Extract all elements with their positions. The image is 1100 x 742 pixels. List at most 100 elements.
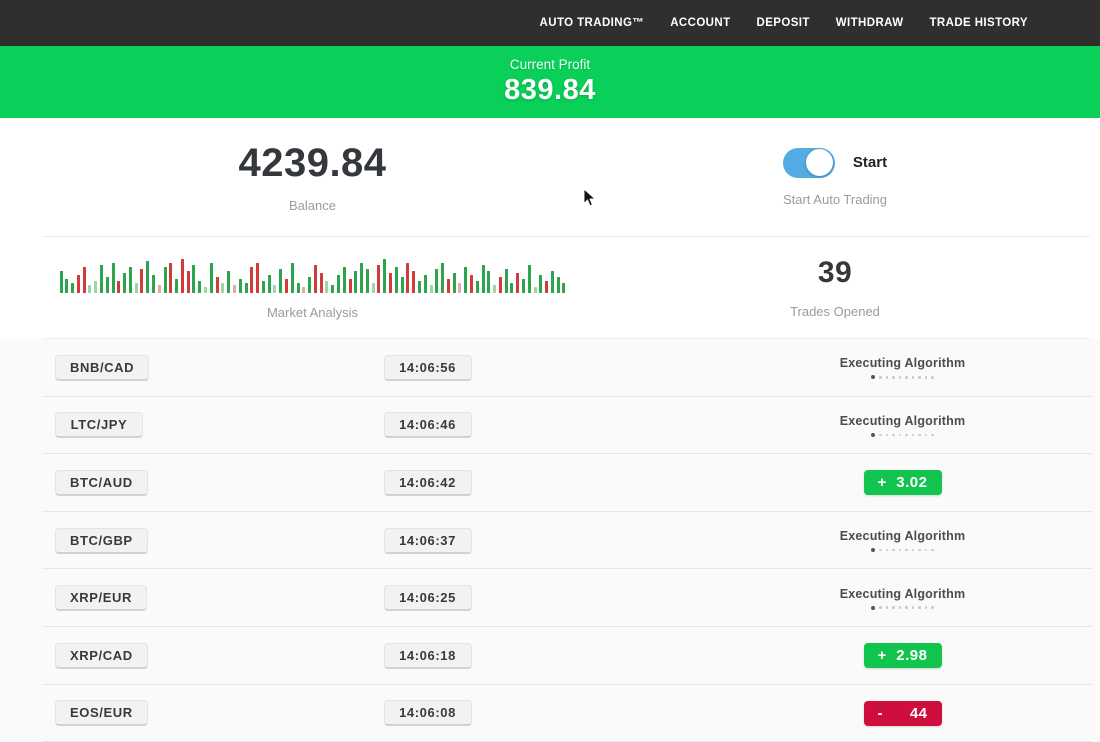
progress-dot [871,375,875,379]
nav-item-auto-trading[interactable]: AUTO TRADING™ [540,17,645,29]
market-bar [325,281,328,293]
progress-dot [918,376,921,379]
trades-opened-label: Trades Opened [790,304,880,319]
market-bar [279,269,282,293]
toggle-label: Start [853,154,887,171]
nav-item-deposit[interactable]: DEPOSIT [757,17,810,29]
market-bar [516,273,519,293]
market-bar [447,279,450,293]
progress-dot [886,376,889,379]
market-bar [216,277,219,293]
progress-dot [879,434,882,437]
market-bar [140,269,143,293]
market-bar [308,277,311,293]
progress-dot [925,434,928,437]
progress-dot [925,376,928,379]
market-bar [146,261,149,293]
market-bar [152,275,155,293]
executing-label: Executing Algorithm [840,414,966,428]
market-bar [83,267,86,293]
progress-dot [899,434,902,437]
trades-opened-block: 39 Trades Opened [625,237,1045,338]
market-bar [343,267,346,293]
market-bar [314,265,317,293]
result-sign: + [878,647,887,664]
trade-row: BTC/AUD 14:06:42 +3.02 [0,454,1100,512]
market-bar [401,277,404,293]
market-bar [551,271,554,293]
market-bar [291,263,294,293]
market-bar [389,273,392,293]
market-bar [557,277,560,293]
market-bar [268,275,271,293]
market-bar [505,269,508,293]
auto-trading-toggle[interactable] [783,148,835,178]
trade-status: Executing Algorithm [605,414,1100,437]
market-bar [354,271,357,293]
progress-dot [886,549,889,552]
top-navbar: AUTO TRADING™ ACCOUNT DEPOSIT WITHDRAW TRADE… [0,0,1100,46]
market-bar [135,283,138,293]
time-badge: 14:06:25 [384,585,472,611]
market-bar [221,283,224,293]
result-sign: - [878,705,884,722]
time-badge: 14:06:37 [384,528,472,554]
market-bar [112,263,115,293]
progress-dot [899,376,902,379]
progress-dot [905,434,908,437]
market-bar [522,279,525,293]
trade-status: +3.02 [605,470,1100,495]
progress-dot [925,549,928,552]
market-bar [256,263,259,293]
progress-dot [912,606,915,609]
market-analysis-label: Market Analysis [267,305,358,320]
pair-badge: BTC/GBP [55,528,148,554]
result-value: 44 [910,705,928,722]
market-bar [360,263,363,293]
market-bar [366,269,369,293]
market-bar [412,271,415,293]
nav-item-withdraw[interactable]: WITHDRAW [836,17,904,29]
progress-dot [905,549,908,552]
market-bar [337,275,340,293]
market-bar [210,263,213,293]
pair-badge: XRP/EUR [55,585,147,611]
market-bar [250,267,253,293]
profit-banner-value: 839.84 [504,74,596,107]
balance-section: 4239.84 Balance Start Start Auto Trading [0,118,1100,236]
executing-progress-dots [871,548,934,552]
market-bar [192,265,195,293]
market-bar [175,279,178,293]
executing-progress-dots [871,375,934,379]
time-badge: 14:06:42 [384,470,472,496]
progress-dot [892,434,895,437]
trade-status: Executing Algorithm [605,587,1100,610]
pair-badge: BTC/AUD [55,470,148,496]
market-bar [164,267,167,293]
executing-label: Executing Algorithm [840,356,966,370]
trade-row: BTC/GBP 14:06:37 Executing Algorithm [0,512,1100,570]
progress-dot [925,606,928,609]
market-bar [372,283,375,293]
pair-badge: XRP/CAD [55,643,148,669]
trade-status: +2.98 [605,643,1100,668]
market-bar [233,285,236,293]
market-analysis-chart [60,255,566,293]
market-bar [227,271,230,293]
trade-row: EOS/EUR 14:06:08 -44 [0,685,1100,742]
progress-dot [918,434,921,437]
market-bar [262,281,265,293]
market-bar [482,265,485,293]
market-bar [539,275,542,293]
profit-banner-label: Current Profit [510,57,590,72]
nav-item-trade-history[interactable]: TRADE HISTORY [930,17,1029,29]
nav-menu: AUTO TRADING™ ACCOUNT DEPOSIT WITHDRAW TRADE… [540,17,1028,29]
mouse-cursor [583,188,597,208]
market-bar [453,273,456,293]
balance-label: Balance [289,198,336,213]
trade-row: BNB/CAD 14:06:56 Executing Algorithm [0,339,1100,397]
nav-item-account[interactable]: ACCOUNT [670,17,730,29]
toggle-knob [806,149,833,176]
time-badge: 14:06:08 [384,700,472,726]
market-bar [441,263,444,293]
